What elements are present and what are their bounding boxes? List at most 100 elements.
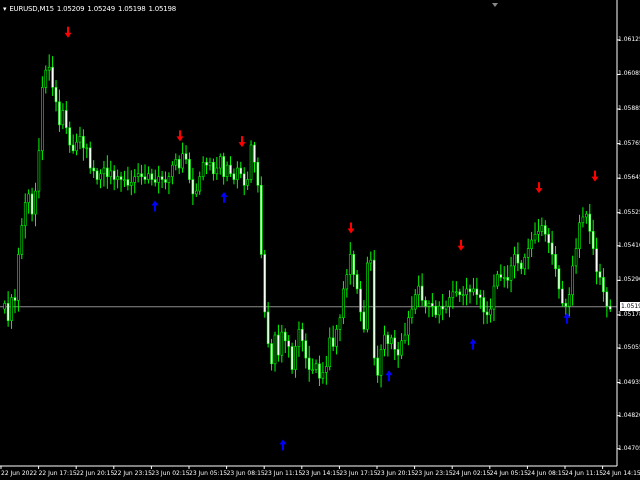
bear-candle <box>605 291 609 307</box>
bear-candle <box>475 288 479 296</box>
bear-candle <box>331 337 335 347</box>
dropdown-triangle-icon[interactable]: ▾ <box>3 5 7 13</box>
bear-candle <box>95 170 99 180</box>
bear-candle <box>478 294 482 298</box>
price-chart[interactable] <box>0 0 640 480</box>
bull-candle <box>174 159 178 166</box>
price-tick-label: 1.06085 <box>618 70 640 78</box>
bull-candle <box>444 305 448 310</box>
time-tick-label: 24 Jun 14:15 <box>602 470 640 477</box>
bull-candle <box>17 254 20 301</box>
time-tick-label: 24 Jun 02:15 <box>452 470 491 477</box>
bull-candle <box>61 110 65 126</box>
symbol-label: EURUSD,M15 <box>9 5 54 13</box>
high-value: 1.05249 <box>87 5 115 13</box>
bull-candle <box>530 239 533 249</box>
bear-candle <box>598 271 602 278</box>
chart-window[interactable]: ▾ EURUSD,M15 1.05209 1.05249 1.05198 1.05198 … <box>0 0 640 480</box>
bear-candle <box>82 136 85 149</box>
bear-candle <box>191 179 195 195</box>
bull-candle <box>366 262 369 330</box>
bear-candle <box>372 259 376 359</box>
bear-candle <box>242 173 246 186</box>
bear-candle <box>516 254 520 264</box>
bull-candle <box>181 153 184 169</box>
bear-candle <box>6 303 10 321</box>
bull-candle <box>198 176 202 192</box>
time-tick-label: 23 Jun 02:15 <box>151 470 190 477</box>
bull-candle <box>335 328 338 347</box>
bull-candle <box>109 170 113 177</box>
bull-candle <box>225 164 229 177</box>
open-value: 1.05209 <box>56 5 85 13</box>
bear-candle <box>270 343 273 365</box>
bull-candle <box>44 69 48 88</box>
bull-candle <box>314 363 318 370</box>
bull-candle <box>34 190 37 215</box>
time-tick-label: 24 Jun 05:15 <box>489 470 528 477</box>
time-tick-label: 23 Jun 14:15 <box>301 470 340 477</box>
time-tick-label: 24 Jun 11:15 <box>565 470 604 477</box>
bull-candle <box>540 225 544 232</box>
bull-candle <box>3 303 7 310</box>
bear-candle <box>140 173 143 177</box>
bull-candle <box>116 176 119 180</box>
bull-candle <box>201 161 205 177</box>
bull-candle <box>413 294 417 310</box>
time-tick-label: 22 Jun 20:15 <box>76 470 115 477</box>
bull-candle <box>578 222 581 249</box>
bear-candle <box>520 262 523 270</box>
bull-candle <box>492 285 496 310</box>
bull-candle <box>489 308 492 316</box>
bear-candle <box>188 159 191 180</box>
time-tick-label: 24 Jun 08:15 <box>527 470 566 477</box>
bear-candle <box>376 357 379 376</box>
bear-candle <box>458 291 462 296</box>
bear-candle <box>263 254 267 313</box>
bear-candle <box>608 305 612 310</box>
price-tick-label: 1.05055 <box>618 343 640 351</box>
bear-candle <box>239 167 243 175</box>
bear-candle <box>431 303 434 307</box>
sell-arrow-icon <box>457 239 465 251</box>
bear-candle <box>424 300 427 307</box>
bull-candle <box>249 144 253 180</box>
bull-candle <box>369 259 373 264</box>
bear-candle <box>68 127 72 146</box>
bear-candle <box>482 297 485 313</box>
close-value: 1.05198 <box>148 5 177 13</box>
bull-candle <box>136 173 140 177</box>
bear-candle <box>485 311 489 316</box>
bear-candle <box>164 179 167 183</box>
bear-candle <box>499 274 503 278</box>
bear-candle <box>150 173 154 180</box>
bear-candle <box>550 242 554 255</box>
bull-candle <box>78 136 82 143</box>
bear-candle <box>30 193 34 215</box>
bull-candle <box>321 372 325 379</box>
bear-candle <box>547 233 551 244</box>
bear-candle <box>266 311 270 344</box>
bull-candle <box>215 167 219 175</box>
time-tick-label: 22 Jun 23:15 <box>113 470 152 477</box>
buy-arrow-icon <box>220 191 228 203</box>
price-tick-label: 1.04820 <box>618 411 640 419</box>
bear-candle <box>71 144 75 152</box>
bear-candle <box>277 334 280 356</box>
bull-candle <box>325 366 328 373</box>
bull-candle <box>195 190 198 195</box>
bear-candle <box>256 161 260 186</box>
bear-candle <box>441 305 444 310</box>
bear-candle <box>543 225 547 235</box>
time-tick-label: 22 Jun 2022 <box>1 470 38 477</box>
bear-candle <box>153 179 157 183</box>
bull-candle <box>513 254 516 267</box>
bear-candle <box>301 328 304 342</box>
bull-candle <box>157 176 160 183</box>
bear-candle <box>212 161 215 175</box>
bull-candle <box>496 274 499 287</box>
bull-candle <box>537 231 540 235</box>
bear-candle <box>229 164 232 175</box>
price-tick-label: 1.05410 <box>618 241 640 249</box>
chart-shift-icon[interactable] <box>492 3 498 7</box>
